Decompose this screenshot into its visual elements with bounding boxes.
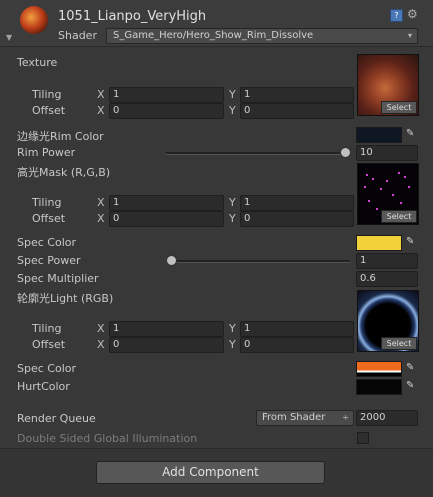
foldout-arrow-icon[interactable]: ▼ <box>6 33 12 42</box>
shader-label: Shader <box>58 29 97 42</box>
hurt-color-swatch[interactable] <box>356 379 402 395</box>
render-queue-field[interactable]: 2000 <box>356 410 418 426</box>
material-preview-icon[interactable] <box>20 6 48 34</box>
mask-offset-y-value: 0 <box>244 213 251 224</box>
light-tiling-x-label: X <box>97 322 105 335</box>
mask-tiling-x-label: X <box>97 196 105 209</box>
light-offset-x-label: X <box>97 338 105 351</box>
texture-offset-y-label: Y <box>229 104 236 117</box>
texture-tiling-x-value: 1 <box>113 89 120 100</box>
stepper-arrows-icon: ÷ <box>342 413 349 422</box>
help-icon[interactable]: ? <box>390 9 403 22</box>
rim-color-label: 边缘光Rim Color <box>17 130 104 143</box>
render-queue-dropdown[interactable]: From Shader ÷ <box>256 410 354 426</box>
texture-offset-y-value: 0 <box>244 105 251 116</box>
texture-tiling-x-label: X <box>97 88 105 101</box>
light-tiling-x-value: 1 <box>113 323 120 334</box>
rim-power-slider-track[interactable] <box>166 152 350 155</box>
chevron-down-icon: ▾ <box>407 31 412 40</box>
add-component-button[interactable]: Add Component <box>96 461 325 484</box>
mask-offset-x-value: 0 <box>113 213 120 224</box>
spec-multiplier-label: Spec Multiplier <box>17 272 99 285</box>
spec-multiplier-value: 0.6 <box>360 273 376 284</box>
spec-color-label: Spec Color <box>17 236 76 249</box>
spec-power-field[interactable]: 1 <box>356 253 418 269</box>
rim-power-field[interactable]: 10 <box>356 145 418 161</box>
mask-offset-x-label: X <box>97 212 105 225</box>
spec-power-slider-track[interactable] <box>166 260 350 263</box>
mask-offset-label: Offset <box>32 212 66 225</box>
eyedropper-icon[interactable]: ✎ <box>406 362 416 374</box>
mask-offset-y-field[interactable]: 0 <box>240 211 354 227</box>
hurt-color-label: HurtColor <box>17 380 70 393</box>
spec-color-2-label: Spec Color <box>17 362 76 375</box>
spec-power-value: 1 <box>360 255 367 266</box>
texture-tiling-y-field[interactable]: 1 <box>240 87 354 103</box>
shader-dropdown[interactable]: S_Game_Hero/Hero_Show_Rim_Dissolve ▾ <box>106 28 418 44</box>
texture-offset-x-value: 0 <box>113 105 120 116</box>
mask-offset-x-field[interactable]: 0 <box>109 211 224 227</box>
rim-power-value: 10 <box>360 147 373 158</box>
light-tiling-y-field[interactable]: 1 <box>240 321 354 337</box>
light-offset-x-value: 0 <box>113 339 120 350</box>
render-queue-value: 2000 <box>360 412 386 423</box>
double-sided-gi-label: Double Sided Global Illumination <box>17 432 198 445</box>
rim-power-slider-thumb[interactable] <box>340 147 351 158</box>
texture-select-button[interactable]: Select <box>381 101 417 114</box>
light-offset-y-field[interactable]: 0 <box>240 337 354 353</box>
mask-tiling-y-field[interactable]: 1 <box>240 195 354 211</box>
texture-offset-x-field[interactable]: 0 <box>109 103 224 119</box>
texture-tiling-y-value: 1 <box>244 89 251 100</box>
texture-offset-x-label: X <box>97 104 105 117</box>
texture-thumbnail[interactable]: Select <box>357 54 419 116</box>
rim-color-swatch[interactable] <box>356 127 402 143</box>
texture-offset-y-field[interactable]: 0 <box>240 103 354 119</box>
mask-select-button[interactable]: Select <box>381 210 417 223</box>
highlight-mask-label: 高光Mask (R,G,B) <box>17 166 111 179</box>
light-tiling-x-field[interactable]: 1 <box>109 321 224 337</box>
eyedropper-icon[interactable]: ✎ <box>406 380 416 392</box>
mask-tiling-x-value: 1 <box>113 197 120 208</box>
spec-power-label: Spec Power <box>17 254 81 267</box>
light-offset-y-label: Y <box>229 338 236 351</box>
light-select-button[interactable]: Select <box>381 337 417 350</box>
double-sided-gi-checkbox[interactable] <box>357 432 369 444</box>
rim-power-label: Rim Power <box>17 146 76 159</box>
light-tiling-y-value: 1 <box>244 323 251 334</box>
light-offset-label: Offset <box>32 338 66 351</box>
texture-label: Texture <box>17 56 58 69</box>
render-queue-mode: From Shader <box>262 412 326 423</box>
spec-color-swatch[interactable] <box>356 235 402 251</box>
gear-icon[interactable]: ⚙ <box>407 8 418 20</box>
mask-offset-y-label: Y <box>229 212 236 225</box>
mask-tiling-x-field[interactable]: 1 <box>109 195 224 211</box>
texture-offset-label: Offset <box>32 104 66 117</box>
spec-multiplier-field[interactable]: 0.6 <box>356 271 418 287</box>
texture-tiling-y-label: Y <box>229 88 236 101</box>
mask-thumbnail[interactable]: Select <box>357 163 419 225</box>
spec-color-2-swatch[interactable] <box>356 361 402 377</box>
mask-tiling-y-value: 1 <box>244 197 251 208</box>
mask-tiling-y-label: Y <box>229 196 236 209</box>
render-queue-label: Render Queue <box>17 412 96 425</box>
eyedropper-icon[interactable]: ✎ <box>406 236 416 248</box>
spec-power-slider-thumb[interactable] <box>166 255 177 266</box>
light-tiling-y-label: Y <box>229 322 236 335</box>
eyedropper-icon[interactable]: ✎ <box>406 128 416 140</box>
mask-tiling-label: Tiling <box>32 196 62 209</box>
light-thumbnail[interactable]: Select <box>357 290 419 352</box>
texture-tiling-x-field[interactable]: 1 <box>109 87 224 103</box>
light-offset-y-value: 0 <box>244 339 251 350</box>
texture-tiling-label: Tiling <box>32 88 62 101</box>
light-offset-x-field[interactable]: 0 <box>109 337 224 353</box>
light-tiling-label: Tiling <box>32 322 62 335</box>
outline-light-label: 轮廓光Light (RGB) <box>17 292 114 305</box>
material-title: 1051_Lianpo_VeryHigh <box>58 9 207 24</box>
shader-dropdown-value: S_Game_Hero/Hero_Show_Rim_Dissolve <box>113 30 314 41</box>
